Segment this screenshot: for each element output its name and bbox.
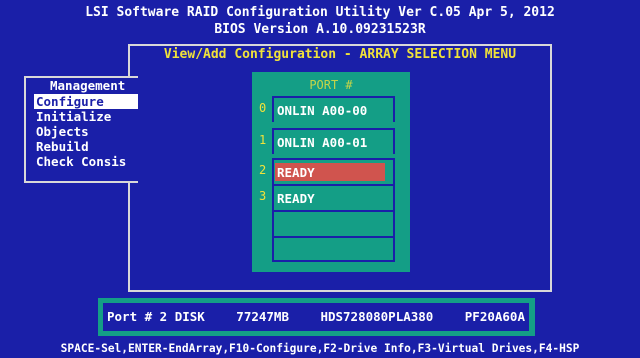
port-index: 1 — [259, 133, 267, 147]
app-title: LSI Software RAID Configuration Utility … — [85, 5, 555, 20]
port-index: 2 — [259, 163, 267, 177]
port-row-1[interactable]: 1 ONLIN A00-01 — [259, 128, 395, 154]
port-status: READY — [277, 191, 315, 206]
management-title: Management — [50, 78, 126, 93]
drive-port: Port # 2 DISK — [107, 309, 205, 324]
port-row-4[interactable] — [272, 210, 395, 236]
port-column-header: PORT # — [309, 78, 353, 92]
menu-item-objects[interactable]: Objects — [34, 124, 138, 139]
port-selection-panel: PORT # 0 ONLIN A00-00 1 ONLIN A00-01 2 R… — [252, 72, 410, 272]
menu-title-text: View/Add Configuration - ARRAY SELECTION… — [159, 47, 521, 62]
port-index: 0 — [259, 101, 267, 115]
menu-item-check-consistency[interactable]: Check Consis — [34, 154, 138, 169]
menu-item-initialize[interactable]: Initialize — [34, 109, 138, 124]
port-row-0[interactable]: 0 ONLIN A00-00 — [259, 96, 395, 122]
drive-info-content: Port # 2 DISK 77247MB HDS728080PLA380 PF… — [103, 303, 529, 331]
drive-size: 77247MB — [236, 309, 289, 324]
port-row-3[interactable]: 3 READY — [259, 184, 395, 210]
port-row-5[interactable] — [272, 236, 395, 262]
menu-item-rebuild[interactable]: Rebuild — [34, 139, 138, 154]
port-status: READY — [275, 163, 385, 181]
header: LSI Software RAID Configuration Utility … — [0, 0, 640, 44]
menu-item-configure[interactable]: Configure — [34, 94, 138, 109]
key-help-footer: SPACE-Sel,ENTER-EndArray,F10-Configure,F… — [60, 342, 580, 355]
management-menu: Management Configure Initialize Objects … — [24, 76, 138, 183]
port-status: ONLIN A00-01 — [277, 135, 368, 150]
port-row-2[interactable]: 2 READY — [259, 158, 395, 184]
bios-version: BIOS Version A.10.09231523R — [214, 22, 426, 37]
drive-firmware: PF20A60A — [464, 309, 525, 324]
menu-title: View/Add Configuration - ARRAY SELECTION… — [150, 46, 530, 64]
port-index: 3 — [259, 189, 267, 203]
drive-info-bar: Port # 2 DISK 77247MB HDS728080PLA380 PF… — [98, 298, 535, 336]
port-status: ONLIN A00-00 — [277, 103, 368, 118]
drive-model: HDS728080PLA380 — [320, 309, 434, 324]
